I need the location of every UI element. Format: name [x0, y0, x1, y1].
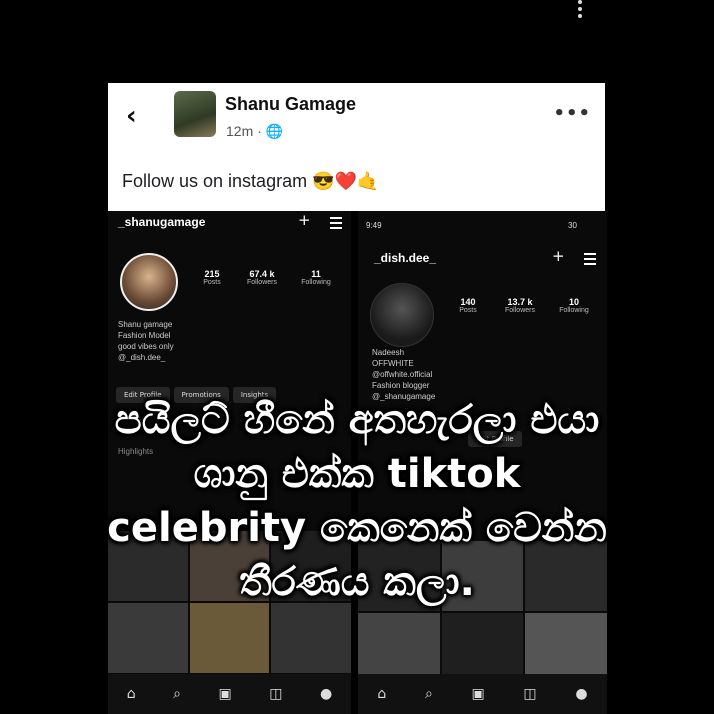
- stat-following: 10 Following: [559, 297, 589, 314]
- bottom-nav: ⌂ ⌕ ▣ ◫ ●: [108, 674, 351, 714]
- caption-line-4: තීරණය කලා.: [239, 559, 475, 605]
- ig-username: _dish.dee_: [374, 251, 437, 265]
- reels-icon[interactable]: ▣: [219, 686, 232, 702]
- profile-picture: [120, 253, 178, 311]
- bio: Shanu gamage Fashion Model good vibes on…: [118, 320, 174, 362]
- status-time: 9:49: [366, 221, 382, 230]
- ig-username: _shanugamage: [118, 215, 206, 229]
- menu-icon: [584, 253, 596, 268]
- post-more-icon[interactable]: •••: [553, 103, 591, 124]
- post-author-name[interactable]: Shanu Gamage: [225, 94, 356, 115]
- caption-line-3: celebrity කෙනෙක් වෙන්න: [107, 505, 607, 551]
- facebook-post-header: ‹ Shanu Gamage 12m · 🌐 ••• Follow us on …: [108, 83, 605, 211]
- stat-followers: 67.4 k Followers: [247, 269, 277, 286]
- caption-line-1: පයිලට් හීනේ අතහැරලා එයා: [114, 397, 600, 443]
- menu-icon: [330, 217, 342, 232]
- home-icon[interactable]: ⌂: [377, 686, 386, 702]
- profile-icon[interactable]: ●: [320, 686, 332, 702]
- more-options-icon[interactable]: [574, 0, 586, 18]
- shop-icon[interactable]: ◫: [523, 686, 536, 702]
- post-text: Follow us on instagram 😎❤️🤙: [122, 171, 380, 191]
- status-battery: 30: [568, 221, 577, 230]
- globe-icon: 🌐: [265, 123, 284, 139]
- emoji-group: 😎❤️🤙: [312, 171, 380, 191]
- stat-followers: 13.7 k Followers: [505, 297, 535, 314]
- stat-posts: 140 Posts: [459, 297, 477, 314]
- add-icon: +: [298, 211, 311, 229]
- caption-line-2: ශානු එක්ක tiktok: [193, 451, 521, 497]
- shop-icon[interactable]: ◫: [269, 686, 282, 702]
- profile-picture: [370, 283, 434, 347]
- search-icon[interactable]: ⌕: [173, 686, 181, 702]
- post-timestamp: 12m · 🌐: [226, 123, 284, 139]
- stat-following: 11 Following: [301, 269, 331, 286]
- back-arrow-icon[interactable]: ‹: [126, 101, 137, 131]
- profile-icon[interactable]: ●: [575, 686, 587, 702]
- add-icon: +: [552, 247, 565, 265]
- reels-icon[interactable]: ▣: [471, 686, 484, 702]
- search-icon[interactable]: ⌕: [425, 686, 433, 702]
- avatar[interactable]: [174, 91, 216, 137]
- caption-overlay: පයිලට් හීනේ අතහැරලා එයා ශානු එක්ක tiktok…: [0, 393, 714, 609]
- home-icon[interactable]: ⌂: [127, 686, 136, 702]
- bottom-nav: ⌂ ⌕ ▣ ◫ ●: [358, 674, 607, 714]
- stat-posts: 215 Posts: [203, 269, 221, 286]
